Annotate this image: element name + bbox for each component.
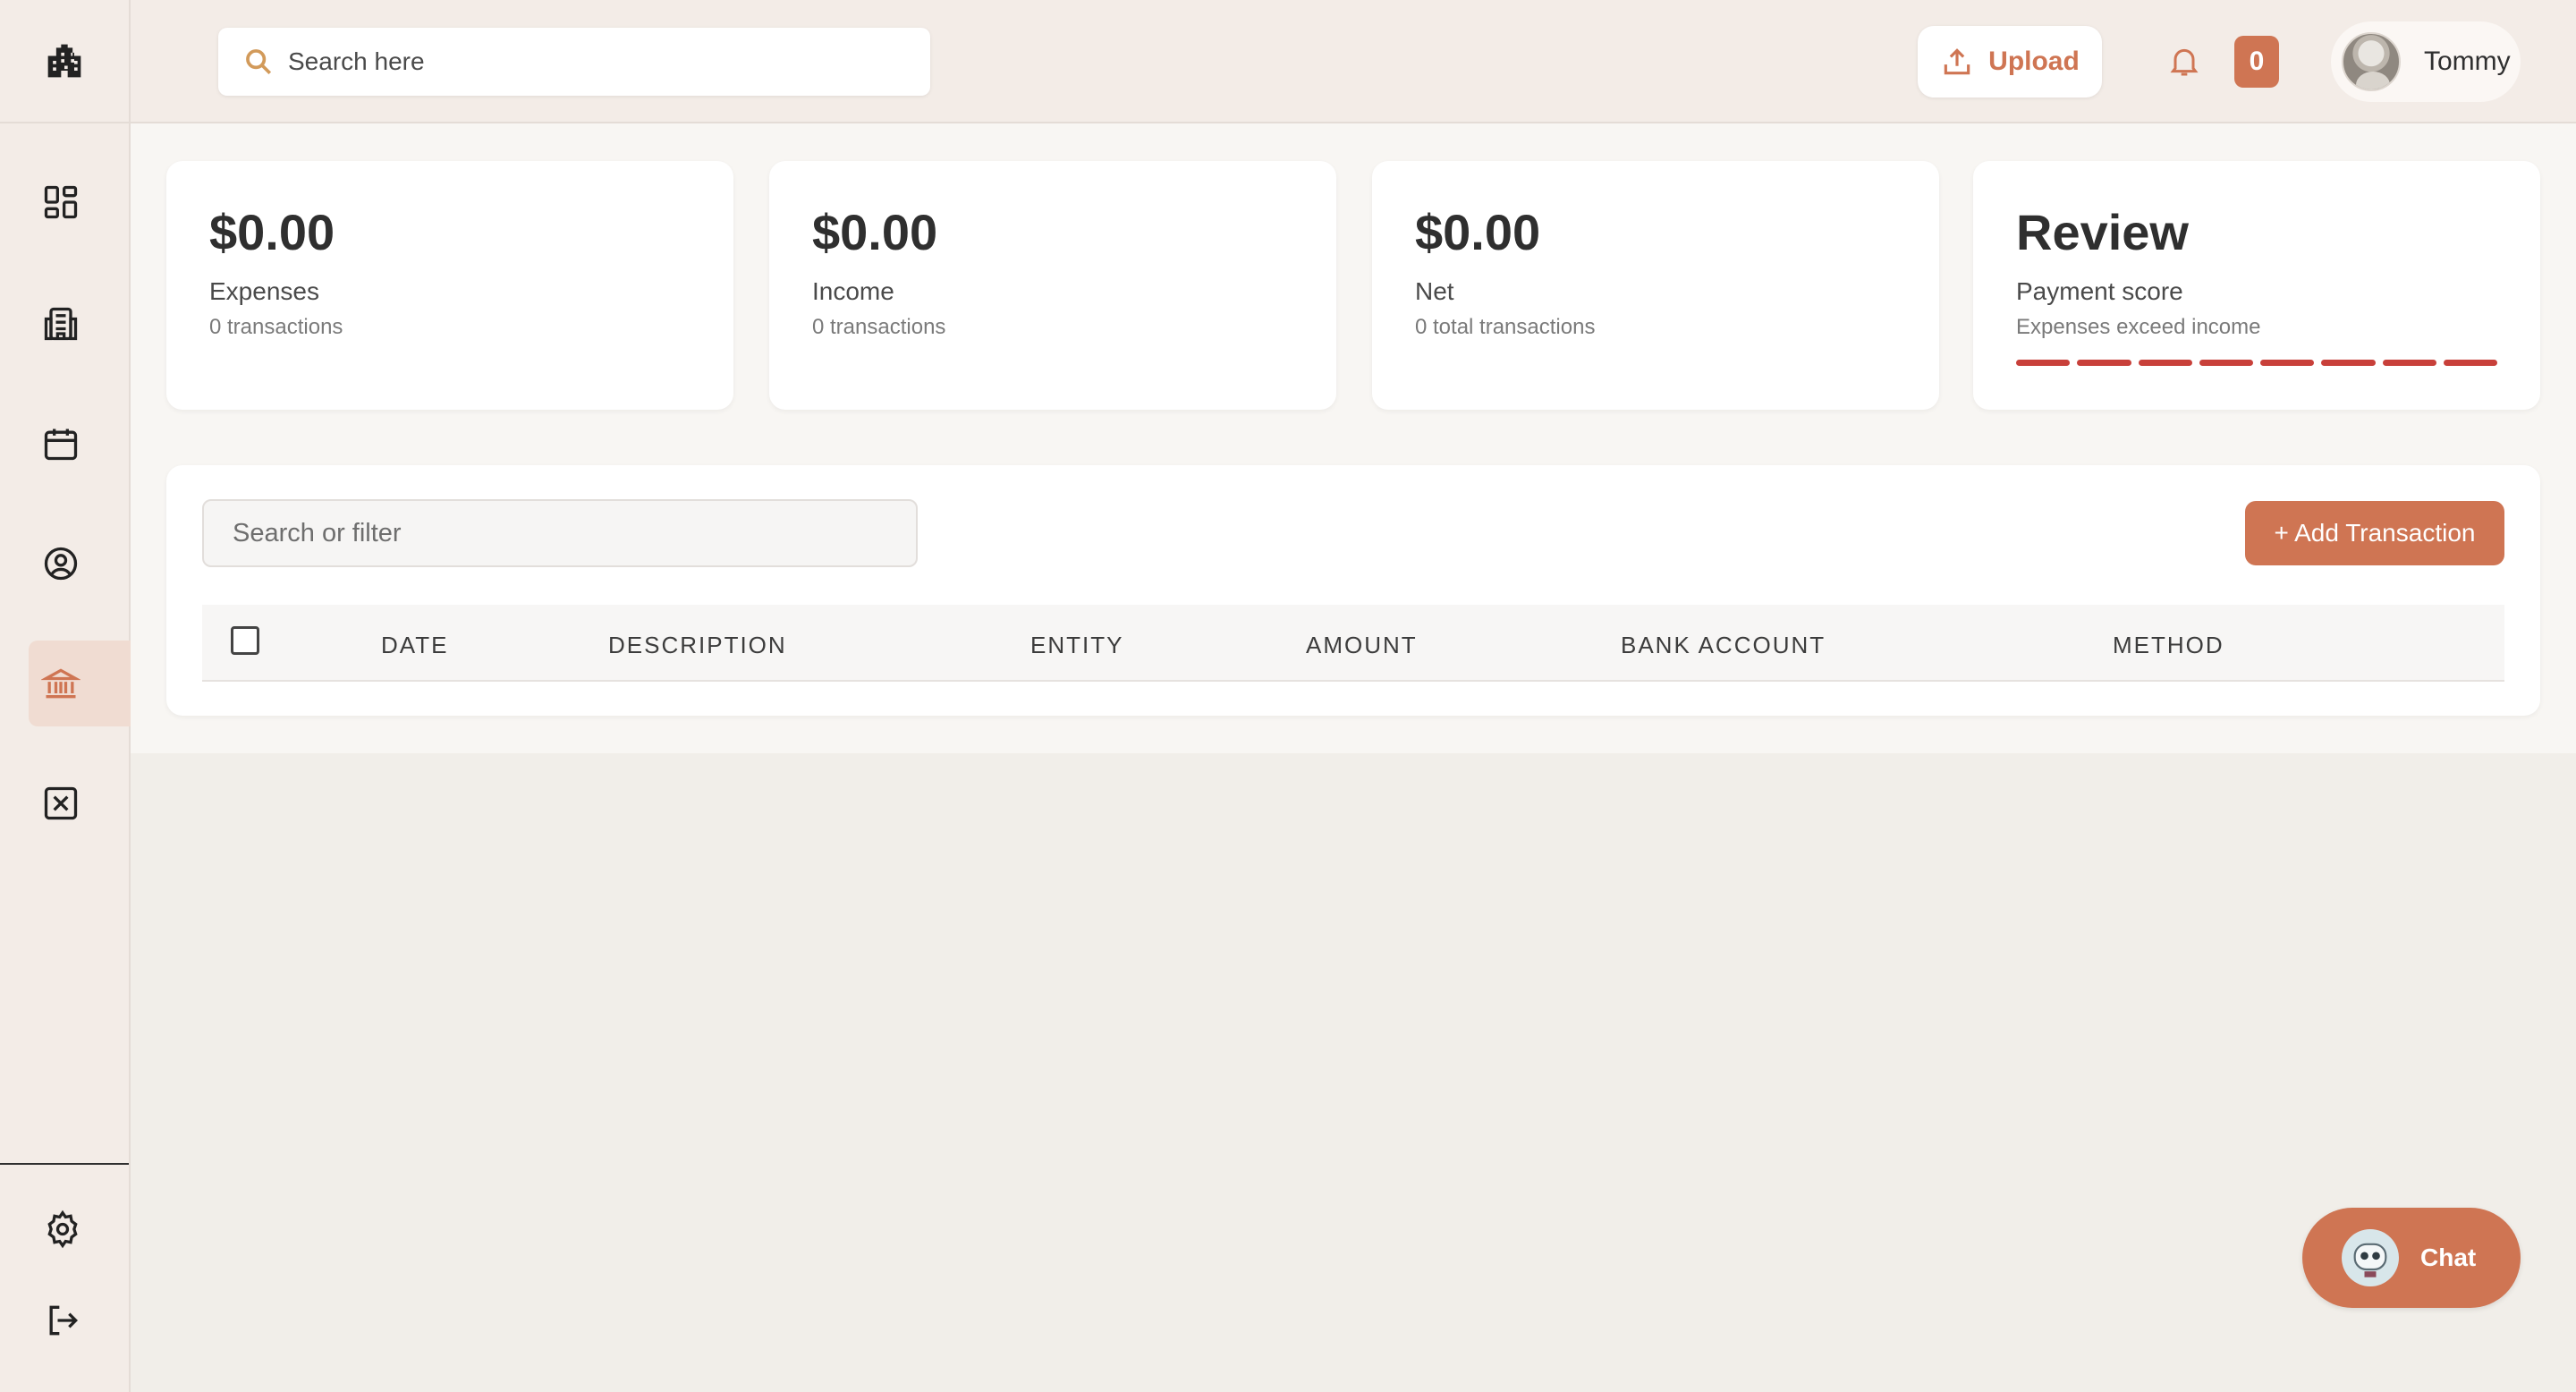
bank-icon — [41, 668, 80, 699]
chat-label: Chat — [2420, 1243, 2477, 1271]
column-header-amount[interactable]: AMOUNT — [1306, 632, 1418, 659]
column-header-entity[interactable]: ENTITY — [1030, 632, 1123, 659]
payment-score-card: Review Payment score Expenses exceed inc… — [1973, 161, 2540, 410]
bell-icon — [2170, 48, 2199, 76]
chat-button[interactable]: Chat — [2302, 1208, 2521, 1308]
upload-button[interactable]: Upload — [1918, 26, 2102, 98]
gear-icon — [47, 1210, 78, 1249]
sidebar-item-dashboard[interactable] — [29, 159, 131, 245]
payment-score-value: Review — [2016, 204, 2189, 260]
logo[interactable] — [0, 0, 129, 123]
net-card: $0.00 Net 0 total transactions — [1372, 161, 1939, 410]
column-header-method[interactable]: METHOD — [2113, 632, 2224, 659]
user-name: Tommy — [2424, 47, 2511, 76]
robot-icon — [2353, 1243, 2387, 1277]
user-circle-icon — [44, 547, 78, 581]
search-icon — [246, 49, 272, 75]
transactions-panel: + Add Transaction DATE DESCRIPTION ENTIT… — [166, 465, 2540, 716]
upload-label: Upload — [1988, 47, 2080, 76]
sidebar — [0, 0, 131, 1392]
global-search[interactable] — [218, 28, 930, 96]
calendar-icon — [44, 429, 78, 461]
select-all-checkbox[interactable] — [231, 626, 259, 655]
score-segment — [2138, 360, 2192, 366]
upload-icon — [1944, 48, 1970, 75]
score-segment — [2016, 360, 2071, 366]
chat-bot-avatar — [2342, 1229, 2399, 1286]
payment-score-bar — [2016, 360, 2497, 366]
add-transaction-button[interactable]: + Add Transaction — [2245, 501, 2504, 565]
building-icon — [47, 44, 81, 78]
score-segment — [2443, 360, 2497, 366]
avatar — [2342, 32, 2401, 91]
expenses-count: 0 transactions — [209, 315, 343, 339]
net-label: Net — [1415, 277, 1454, 305]
grid-icon — [44, 185, 78, 219]
logout-icon — [49, 1305, 79, 1336]
score-segment — [2321, 360, 2376, 366]
income-count: 0 transactions — [812, 315, 946, 339]
sidebar-divider — [0, 1163, 129, 1165]
expenses-value: $0.00 — [209, 204, 335, 260]
score-segment — [2382, 360, 2436, 366]
expenses-label: Expenses — [209, 277, 319, 305]
top-bar: Upload 0 Tommy — [131, 0, 2576, 123]
expenses-card: $0.00 Expenses 0 transactions — [166, 161, 733, 410]
score-segment — [2199, 360, 2253, 366]
settings-button[interactable] — [41, 1208, 84, 1251]
column-header-date[interactable]: DATE — [381, 632, 448, 659]
income-value: $0.00 — [812, 204, 938, 260]
sidebar-item-banking[interactable] — [29, 641, 131, 726]
payment-score-note: Expenses exceed income — [2016, 315, 2261, 339]
search-input[interactable] — [288, 47, 878, 76]
net-count: 0 total transactions — [1415, 315, 1596, 339]
filter-input[interactable] — [202, 499, 918, 567]
user-menu[interactable]: Tommy — [2331, 21, 2521, 102]
sidebar-item-calendar[interactable] — [29, 401, 131, 487]
notifications-button[interactable] — [2165, 41, 2204, 81]
building-document-icon — [44, 307, 78, 341]
sidebar-item-profile[interactable] — [29, 521, 131, 607]
logout-button[interactable] — [41, 1299, 84, 1342]
score-segment — [2077, 360, 2131, 366]
net-value: $0.00 — [1415, 204, 1541, 260]
sidebar-item-spreadsheet[interactable] — [29, 760, 131, 846]
income-label: Income — [812, 277, 894, 305]
column-header-description[interactable]: DESCRIPTION — [608, 632, 787, 659]
sidebar-item-documents[interactable] — [29, 281, 131, 367]
table-header: DATE DESCRIPTION ENTITY AMOUNT BANK ACCO… — [202, 605, 2504, 682]
x-box-icon — [44, 786, 78, 820]
income-card: $0.00 Income 0 transactions — [769, 161, 1336, 410]
payment-score-label: Payment score — [2016, 277, 2183, 305]
notification-count-badge[interactable]: 0 — [2234, 36, 2279, 88]
score-segment — [2260, 360, 2315, 366]
column-header-bank-account[interactable]: BANK ACCOUNT — [1621, 632, 1826, 659]
